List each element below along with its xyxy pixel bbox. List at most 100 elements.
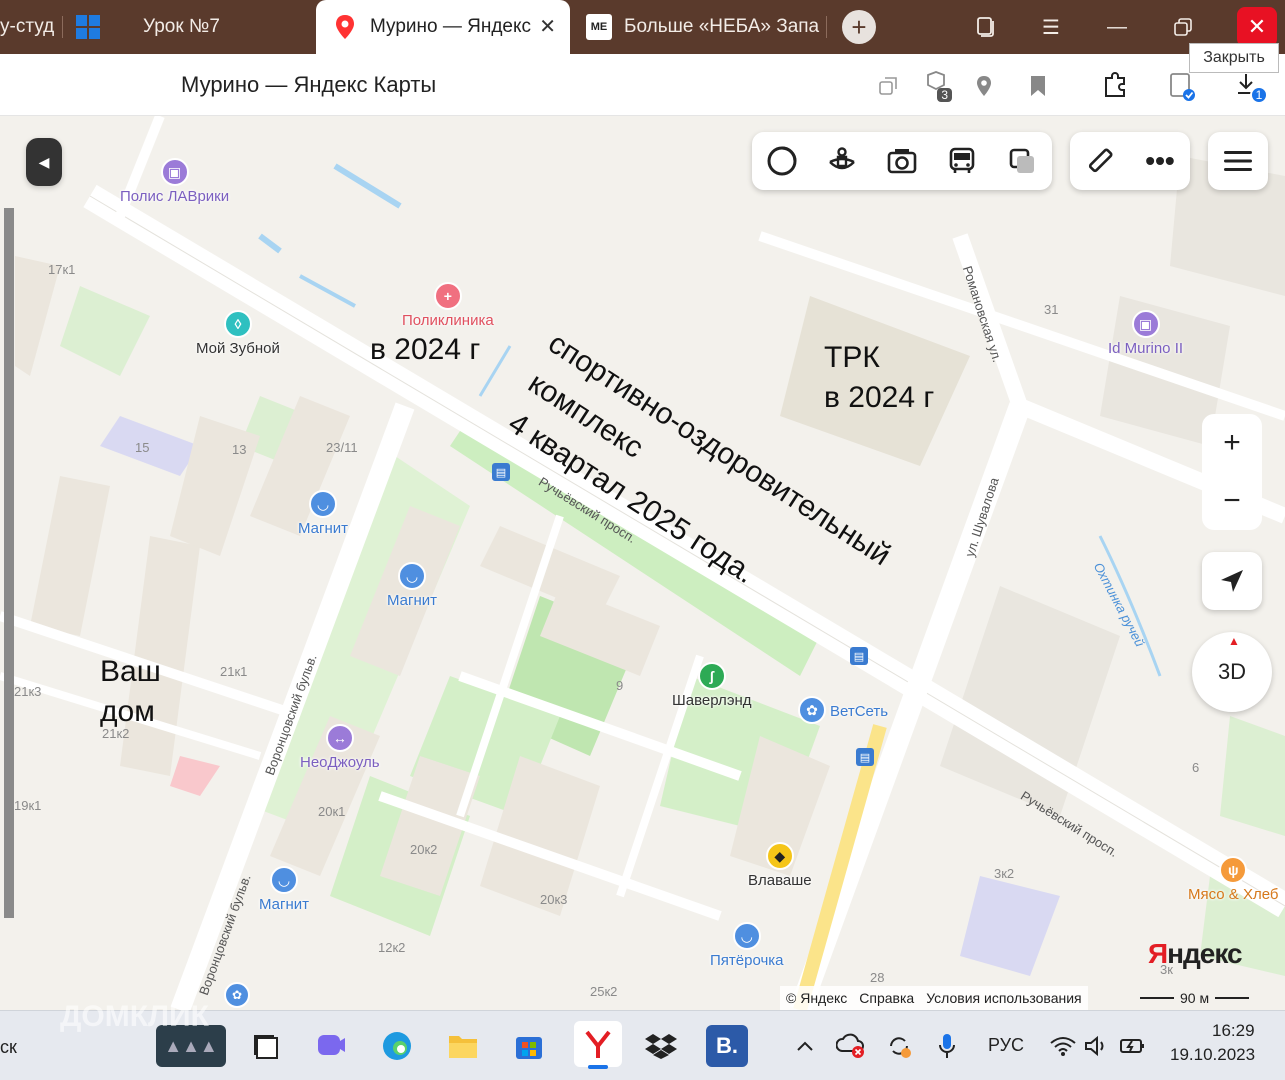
collections-icon[interactable] bbox=[966, 8, 1004, 46]
restore-icon[interactable] bbox=[1164, 8, 1202, 46]
language-indicator[interactable]: РУС bbox=[988, 1035, 1024, 1056]
zoom-in-button[interactable]: + bbox=[1202, 414, 1262, 472]
microphone-icon[interactable] bbox=[926, 1025, 968, 1067]
task-view-icon[interactable] bbox=[244, 1025, 286, 1067]
add-tab-group-icon[interactable] bbox=[872, 70, 904, 102]
battery-charging-icon[interactable] bbox=[1112, 1025, 1154, 1067]
traffic-layer-button[interactable] bbox=[752, 132, 812, 190]
poi-magnit-1[interactable]: ◡ Магнит bbox=[298, 490, 348, 537]
house-number: 19к1 bbox=[14, 798, 42, 813]
annotation-mall-line-2: в 2024 г bbox=[824, 381, 935, 414]
tab-label: Больше «НЕБА» Запа bbox=[624, 16, 820, 37]
main-menu-button[interactable] bbox=[1208, 132, 1268, 190]
downloads-icon[interactable]: 1 bbox=[1232, 70, 1268, 104]
map-canvas[interactable]: ▣ Полис ЛАВрики + Поликлиника ◊ Мой Зубн… bbox=[0, 116, 1285, 1010]
bus-stop-icon[interactable]: ▤ bbox=[850, 647, 868, 665]
clock-date[interactable]: 19.10.2023 bbox=[1170, 1045, 1255, 1065]
poi-neodzhoul[interactable]: ↔ НеоДжоуль bbox=[300, 724, 380, 771]
poi-magnit-2[interactable]: ◡ Магнит bbox=[387, 562, 437, 609]
zoom-out-button[interactable]: − bbox=[1202, 472, 1262, 530]
extensions-icon[interactable] bbox=[1100, 70, 1132, 102]
tab-bolshe-neba[interactable]: ME Больше «НЕБА» Запа bbox=[586, 0, 826, 54]
map-layers-button[interactable] bbox=[992, 132, 1052, 190]
bookmarks-collection-icon[interactable]: 3 bbox=[920, 70, 952, 102]
yandex-logo: Яндекс bbox=[1148, 938, 1243, 969]
basket-icon: ◡ bbox=[398, 562, 426, 590]
annotation-home-line-2: дом bbox=[100, 695, 155, 728]
show-hidden-icons[interactable] bbox=[784, 1025, 826, 1067]
scale-label: 90 м bbox=[1180, 990, 1210, 1006]
poi-vetset[interactable]: ✿ ВетСеть bbox=[798, 696, 888, 724]
poi-moy-zubnoy[interactable]: ◊ Мой Зубной bbox=[196, 310, 280, 357]
map-layers-panel bbox=[752, 132, 1052, 190]
house-number: 20к1 bbox=[318, 804, 346, 819]
compass-north-icon: ▲ bbox=[1228, 634, 1240, 648]
onedrive-error-icon[interactable] bbox=[830, 1025, 872, 1067]
photo-camera-button[interactable] bbox=[872, 132, 932, 190]
house-number: 25к2 bbox=[590, 984, 618, 999]
poi-pyaterochka[interactable]: ◡ Пятёрочка bbox=[710, 922, 784, 969]
sync-icon[interactable] bbox=[878, 1025, 920, 1067]
more-options-icon[interactable]: ••• bbox=[1130, 132, 1190, 190]
microsoft-store-icon[interactable] bbox=[508, 1025, 550, 1067]
medical-cross-icon: + bbox=[433, 282, 462, 310]
tab-separator bbox=[62, 16, 63, 38]
bookmark-icon[interactable] bbox=[1022, 70, 1054, 102]
menu-icon[interactable]: ☰ bbox=[1032, 8, 1070, 46]
my-location-button[interactable] bbox=[1202, 552, 1262, 610]
basket-icon: ◡ bbox=[309, 490, 337, 518]
poi-poliklinika[interactable]: + Поликлиника bbox=[402, 282, 494, 329]
new-tab-button[interactable]: + bbox=[842, 10, 876, 44]
3d-compass-button[interactable]: ▲ 3D bbox=[1192, 632, 1272, 712]
basket-icon: ◡ bbox=[270, 866, 298, 894]
paw-icon[interactable]: ✿ bbox=[224, 982, 250, 1008]
bus-stop-icon[interactable]: ▤ bbox=[492, 463, 510, 481]
file-explorer-icon[interactable] bbox=[442, 1025, 484, 1067]
tab-urok-7[interactable]: Урок №7 bbox=[75, 0, 305, 54]
house-number: 21к3 bbox=[14, 684, 42, 699]
arrows-icon: ↔ bbox=[325, 724, 354, 752]
map-pin-icon bbox=[332, 14, 358, 40]
poi-magnit-3[interactable]: ◡ Магнит bbox=[259, 866, 309, 913]
tab-murino-yandex[interactable]: Мурино — Яндекс ✕ bbox=[316, 0, 570, 54]
search-box-fragment[interactable]: ск bbox=[0, 1037, 17, 1058]
active-app-indicator bbox=[588, 1065, 608, 1069]
screenshot-icon[interactable] bbox=[1166, 70, 1198, 102]
tab-close-icon[interactable]: ✕ bbox=[539, 14, 556, 39]
panorama-button[interactable] bbox=[812, 132, 872, 190]
house-number: 6 bbox=[1192, 760, 1200, 775]
poi-id-murino[interactable]: ▣ Id Murino II bbox=[1108, 310, 1183, 357]
domclick-watermark: ДОМКЛИК bbox=[60, 1000, 209, 1033]
window-close-button[interactable]: ✕ bbox=[1237, 7, 1277, 47]
help-link[interactable]: Справка bbox=[859, 990, 914, 1006]
basket-icon: ◡ bbox=[732, 922, 761, 950]
edge-icon[interactable] bbox=[376, 1025, 418, 1067]
house-number: 13 bbox=[232, 442, 247, 457]
house-number: 17к1 bbox=[48, 262, 76, 277]
location-icon[interactable] bbox=[968, 70, 1000, 102]
poi-vlavashe[interactable]: ◆ Влаваше bbox=[748, 842, 812, 889]
house-number: 9 bbox=[616, 678, 624, 693]
terms-link[interactable]: Условия использования bbox=[926, 990, 1081, 1006]
clock-time[interactable]: 16:29 bbox=[1212, 1021, 1255, 1041]
dropbox-icon[interactable] bbox=[640, 1025, 682, 1067]
yandex-browser-icon[interactable] bbox=[574, 1021, 622, 1069]
transit-layer-button[interactable] bbox=[932, 132, 992, 190]
poi-polis-lavriki[interactable]: ▣ Полис ЛАВрики bbox=[120, 158, 229, 205]
b-app-icon[interactable]: B. bbox=[706, 1025, 748, 1067]
house-number: 3к2 bbox=[994, 866, 1015, 881]
poi-shaverlend[interactable]: ʃ Шаверлэнд bbox=[672, 662, 752, 709]
sidebar-toggle-button[interactable]: ◀ bbox=[26, 138, 62, 186]
minimize-icon[interactable]: — bbox=[1098, 8, 1136, 46]
annotation-mall-line-1: ТРК bbox=[824, 341, 880, 374]
ruler-icon[interactable] bbox=[1070, 132, 1130, 190]
teams-chat-icon[interactable] bbox=[310, 1025, 352, 1067]
poi-myaso-khleb[interactable]: ψ Мясо & Хлеб bbox=[1188, 856, 1279, 903]
browser-tab-strip: у-студ Урок №7 Мурино — Яндекс ✕ ME Боль… bbox=[0, 0, 1285, 54]
food-icon: ◆ bbox=[765, 842, 794, 870]
tab-u-stud[interactable]: у-студ bbox=[0, 0, 60, 54]
copyright-text: © Яндекс bbox=[786, 990, 848, 1006]
house-number: 23/11 bbox=[326, 440, 358, 455]
map-base-layer bbox=[0, 116, 1285, 1010]
bus-stop-icon[interactable]: ▤ bbox=[856, 748, 874, 766]
